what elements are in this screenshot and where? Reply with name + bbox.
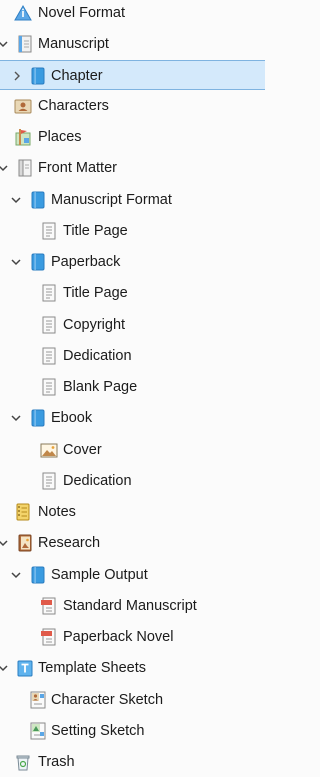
manuscript-icon — [16, 34, 34, 54]
chevron-down-icon[interactable] — [0, 38, 9, 50]
binder-item-ebook[interactable]: Ebook — [0, 403, 265, 433]
binder-item-label: Characters — [38, 98, 109, 114]
document-icon — [40, 283, 58, 303]
binder-item-research[interactable]: Research — [0, 528, 265, 558]
binder-item-copyright[interactable]: Copyright — [0, 310, 265, 340]
binder-item-title-page[interactable]: Title Page — [0, 216, 265, 246]
binder-item-chapter[interactable]: Chapter — [0, 60, 265, 90]
binder-item-label: Setting Sketch — [51, 723, 145, 739]
binder-item-characters[interactable]: Characters — [0, 91, 265, 121]
binder-item-label: Template Sheets — [38, 660, 147, 676]
binder-item-paperback-novel[interactable]: Paperback Novel — [0, 622, 265, 652]
binder-item-label: Notes — [38, 504, 76, 520]
setting-sheet-icon — [29, 721, 47, 741]
character-sheet-icon — [29, 690, 47, 710]
binder-item-dedication[interactable]: Dedication — [0, 466, 265, 496]
chevron-down-icon[interactable] — [10, 569, 22, 581]
character-card-icon — [14, 96, 32, 116]
trash-icon — [14, 752, 32, 772]
binder-item-label: Dedication — [63, 348, 132, 364]
info-triangle-icon — [14, 3, 32, 23]
binder-item-front-matter[interactable]: Front Matter — [0, 153, 265, 183]
chevron-down-icon[interactable] — [0, 662, 9, 674]
folder-icon — [29, 66, 47, 86]
binder-item-trash[interactable]: Trash — [0, 747, 265, 777]
folder-icon — [29, 252, 47, 272]
front-matter-icon — [16, 158, 34, 178]
binder-sidebar: Novel Format Manuscript Chapter Characte… — [0, 0, 265, 776]
research-icon — [16, 533, 34, 553]
binder-item-label: Title Page — [63, 285, 128, 301]
binder-item-label: Places — [38, 129, 82, 145]
binder-item-label: Manuscript — [38, 36, 109, 52]
document-icon — [40, 471, 58, 491]
folder-icon — [29, 408, 47, 428]
binder-item-paperback[interactable]: Paperback — [0, 247, 265, 277]
binder-item-notes[interactable]: Notes — [0, 497, 265, 527]
binder-item-cover[interactable]: Cover — [0, 435, 265, 465]
binder-item-manuscript-format[interactable]: Manuscript Format — [0, 185, 265, 215]
template-icon — [16, 658, 34, 678]
binder-item-label: Paperback — [51, 254, 121, 270]
binder-item-label: Research — [38, 535, 101, 551]
binder-item-dedication[interactable]: Dedication — [0, 341, 265, 371]
binder-item-label: Sample Output — [51, 567, 148, 583]
binder-item-label: Chapter — [51, 68, 103, 84]
binder-item-blank-page[interactable]: Blank Page — [0, 372, 265, 402]
binder-item-template-sheets[interactable]: Template Sheets — [0, 653, 265, 683]
chevron-right-icon[interactable] — [11, 70, 23, 82]
image-icon — [40, 440, 58, 460]
chevron-down-icon[interactable] — [10, 412, 22, 424]
chevron-down-icon[interactable] — [0, 162, 9, 174]
binder-item-standard-manuscript[interactable]: Standard Manuscript — [0, 591, 265, 621]
document-icon — [40, 346, 58, 366]
pdf-icon — [40, 596, 58, 616]
binder-item-label: Manuscript Format — [51, 192, 172, 208]
binder-item-label: Copyright — [63, 317, 126, 333]
document-icon — [40, 377, 58, 397]
binder-item-label: Trash — [38, 754, 75, 770]
binder-item-manuscript[interactable]: Manuscript — [0, 29, 265, 59]
binder-item-label: Dedication — [63, 473, 132, 489]
chevron-down-icon[interactable] — [0, 537, 9, 549]
binder-item-places[interactable]: Places — [0, 122, 265, 152]
places-icon — [14, 127, 32, 147]
folder-icon — [29, 190, 47, 210]
pdf-icon — [40, 627, 58, 647]
document-icon — [40, 315, 58, 335]
binder-item-character-sketch[interactable]: Character Sketch — [0, 685, 265, 715]
binder-item-setting-sketch[interactable]: Setting Sketch — [0, 716, 265, 746]
binder-item-label: Character Sketch — [51, 692, 164, 708]
binder-item-title-page[interactable]: Title Page — [0, 278, 265, 308]
binder-item-label: Title Page — [63, 223, 128, 239]
chevron-down-icon[interactable] — [10, 194, 22, 206]
binder-item-label: Standard Manuscript — [63, 598, 197, 614]
chevron-down-icon[interactable] — [10, 256, 22, 268]
document-icon — [40, 221, 58, 241]
notepad-icon — [14, 502, 32, 522]
binder-item-label: Novel Format — [38, 5, 126, 21]
binder-item-sample-output[interactable]: Sample Output — [0, 560, 265, 590]
binder-item-label: Blank Page — [63, 379, 138, 395]
binder-item-label: Cover — [63, 442, 102, 458]
folder-icon — [29, 565, 47, 585]
binder-item-label: Ebook — [51, 410, 93, 426]
binder-item-label: Front Matter — [38, 160, 117, 176]
binder-item-novel-format[interactable]: Novel Format — [0, 0, 265, 28]
binder-item-label: Paperback Novel — [63, 629, 174, 645]
